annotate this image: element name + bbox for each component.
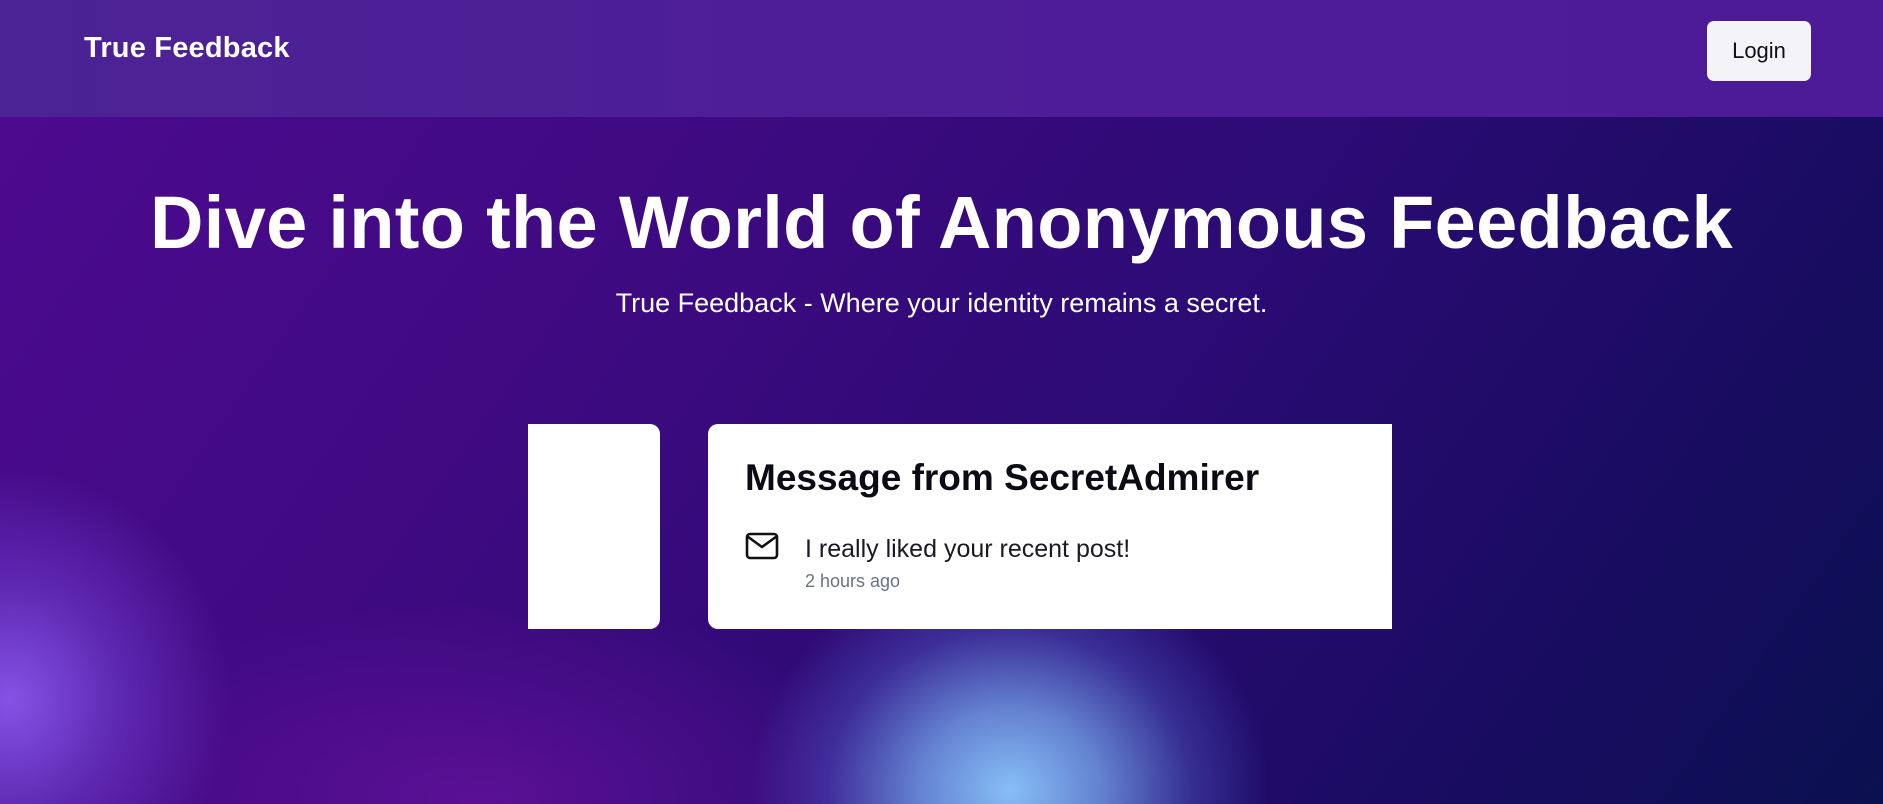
navbar: True Feedback Login	[0, 0, 1883, 117]
message-content: I really liked your recent post!	[805, 535, 1131, 563]
brand-logo-link[interactable]: True Feedback	[84, 32, 290, 65]
carousel-previous-card	[528, 424, 660, 629]
page: True Feedback Login Dive into the World …	[0, 0, 1883, 804]
login-button[interactable]: Login	[1707, 21, 1811, 81]
hero-subtitle: True Feedback - Where your identity rema…	[615, 288, 1268, 318]
mail-icon	[745, 532, 779, 560]
message-card-title: Message from SecretAdmirer	[745, 457, 1260, 498]
message-card: Message from SecretAdmirer I really like…	[708, 424, 1392, 629]
hero-title: Dive into the World of Anonymous Feedbac…	[150, 181, 1733, 264]
message-timestamp: 2 hours ago	[805, 571, 901, 591]
